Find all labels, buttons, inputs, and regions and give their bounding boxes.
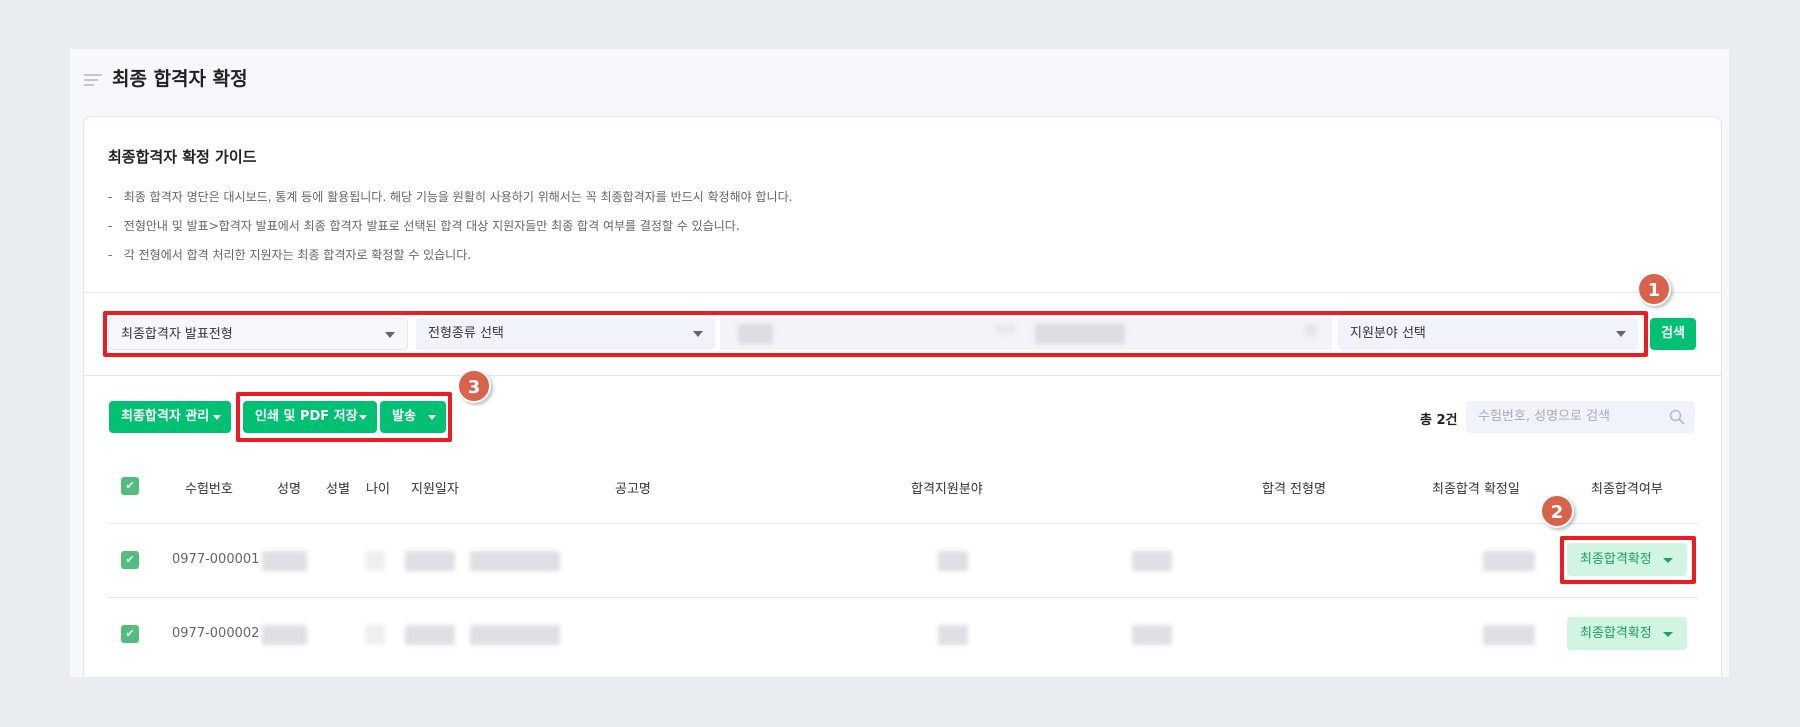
column-header: 나이 xyxy=(366,482,390,497)
search-icon[interactable] xyxy=(1669,409,1685,425)
search-placeholder: 수험번호, 성명으로 검색 xyxy=(1478,409,1610,424)
guide-bullet: - 전형안내 및 발표>합격자 발표에서 최종 합격자 발표로 선택된 합격 대… xyxy=(108,219,740,233)
highlight-box-status xyxy=(1560,536,1696,584)
column-header: 최종합격여부 xyxy=(1591,482,1663,497)
highlight-box-toolbar xyxy=(236,392,452,442)
guide-bullet: - 각 전형에서 합격 처리한 지원자는 최종 합격자로 확정할 수 있습니다. xyxy=(108,248,472,262)
annotation-badge-3: 3 xyxy=(457,369,491,403)
final-status-dropdown[interactable]: 최종합격확정 xyxy=(1567,617,1687,650)
guide-title: 최종합격자 확정 가이드 xyxy=(108,148,257,166)
divider xyxy=(84,375,1721,376)
column-header: 합격 전형명 xyxy=(1262,482,1326,497)
annotation-badge-1: 1 xyxy=(1637,272,1671,306)
search-button[interactable]: 검색 xyxy=(1650,318,1696,350)
column-header: 성명 xyxy=(277,482,301,497)
redacted-cell xyxy=(262,551,307,571)
row-checkbox[interactable]: ✔ xyxy=(121,625,139,643)
column-header: 지원일자 xyxy=(411,482,459,497)
total-count: 총 2건 xyxy=(1420,413,1458,428)
redacted-cell xyxy=(262,625,307,645)
applicant-id: 0977-000001 xyxy=(172,552,260,567)
menu-icon[interactable] xyxy=(84,74,102,89)
page-title: 최종 합격자 확정 xyxy=(112,68,248,90)
status-value: 최종합격확정 xyxy=(1580,626,1652,641)
highlight-box-filters xyxy=(103,311,1648,357)
caret-down-icon xyxy=(1663,632,1673,637)
table-row: ✔ 0977-000002 최종합격확정 xyxy=(0,597,1800,671)
caret-down-icon xyxy=(213,415,221,420)
manage-finalists-button[interactable]: 최종합격자 관리 xyxy=(109,401,231,433)
row-checkbox[interactable]: ✔ xyxy=(121,551,139,569)
page-background xyxy=(0,677,1800,727)
applicant-id: 0977-000002 xyxy=(172,626,260,641)
guide-bullet-text: 전형안내 및 발표>합격자 발표에서 최종 합격자 발표로 선택된 합격 대상 … xyxy=(123,219,740,233)
guide-bullet-text: 각 전형에서 합격 처리한 지원자는 최종 합격자로 확정할 수 있습니다. xyxy=(123,248,472,262)
guide-bullet-text: 최종 합격자 명단은 대시보드, 통계 등에 활용됩니다. 해당 기능을 원활히… xyxy=(123,190,793,204)
annotation-badge-2: 2 xyxy=(1540,494,1574,528)
column-header: 성별 xyxy=(326,482,350,497)
column-header: 수험번호 xyxy=(185,482,233,497)
button-label: 최종합격자 관리 xyxy=(121,409,210,424)
guide-bullet: - 최종 합격자 명단은 대시보드, 통계 등에 활용됩니다. 해당 기능을 원… xyxy=(108,190,793,204)
column-header: 합격지원분야 xyxy=(911,482,983,497)
select-all-checkbox[interactable]: ✔ xyxy=(121,477,139,495)
table-row: ✔ 0977-000001 최종합격확정 xyxy=(0,523,1800,597)
column-header: 공고명 xyxy=(615,482,651,497)
column-header: 최종합격 확정일 xyxy=(1432,482,1520,497)
applicant-search-input[interactable]: 수험번호, 성명으로 검색 xyxy=(1466,401,1695,433)
divider xyxy=(84,292,1721,293)
